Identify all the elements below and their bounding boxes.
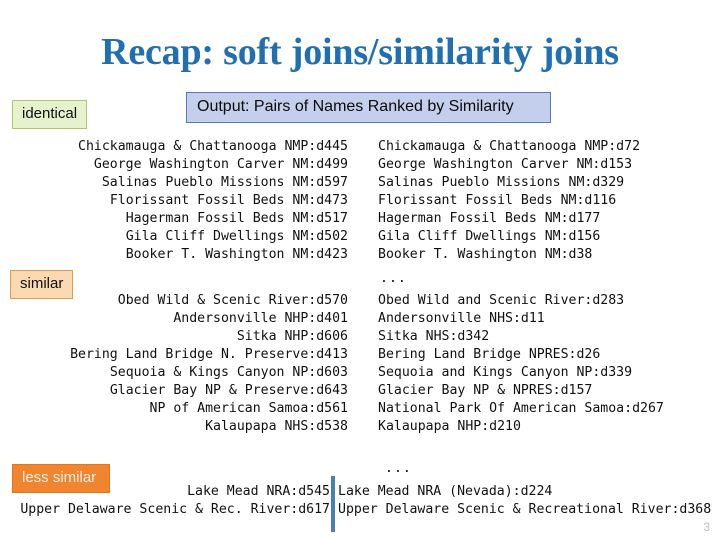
result-row: George Washington Carver NM:d499	[93, 157, 348, 172]
result-row: Sitka NHS:d342	[378, 329, 490, 344]
result-row: Andersonville NHS:d11	[378, 311, 545, 326]
result-row: Bering Land Bridge NPRES:d26	[378, 347, 601, 362]
result-row: Bering Land Bridge N. Preserve:d413	[70, 347, 348, 362]
result-row: Hagerman Fossil Beds NM:d517	[125, 211, 348, 226]
less-similar-results-left-column: Lake Mead NRA:d545 Upper Delaware Scenic …	[0, 483, 330, 519]
ellipsis-marker-middle: ...	[380, 271, 407, 286]
result-row: Chickamauga & Chattanooga NMP:d445	[78, 139, 348, 154]
less-similar-results-right-column: Lake Mead NRA (Nevada):d224 Upper Delawar…	[338, 483, 720, 519]
page-title: Recap: soft joins/similarity joins	[101, 31, 619, 73]
result-row: Sequoia & Kings Canyon NP:d603	[109, 365, 348, 380]
result-row: Sitka NHP:d606	[236, 329, 348, 344]
result-row: Obed Wild and Scenic River:d283	[378, 293, 625, 308]
result-row: Glacier Bay NP & Preserve:d643	[109, 383, 348, 398]
result-row: Kalaupapa NHS:d538	[205, 419, 348, 434]
result-row: Kalaupapa NHP:d210	[378, 419, 521, 434]
result-row: Florissant Fossil Beds NM:d116	[378, 193, 617, 208]
slide-canvas: Recap: soft joins/similarity joins Outpu…	[0, 0, 720, 540]
result-row: NP of American Samoa:d561	[149, 401, 349, 416]
result-row: Booker T. Washington NM:d423	[125, 247, 348, 262]
result-row: Upper Delaware Scenic & Recreational Riv…	[338, 502, 712, 517]
vertical-divider-bar	[331, 476, 335, 532]
result-row: Gila Cliff Dwellings NM:d502	[125, 229, 348, 244]
result-row: George Washington Carver NM:d153	[378, 157, 633, 172]
result-row: Sequoia and Kings Canyon NP:d339	[378, 365, 633, 380]
result-row: Lake Mead NRA:d545	[187, 484, 330, 499]
result-row: Salinas Pueblo Missions NM:d329	[378, 175, 625, 190]
result-row: Hagerman Fossil Beds NM:d177	[378, 211, 601, 226]
result-row: Salinas Pueblo Missions NM:d597	[101, 175, 348, 190]
output-callout-box: Output: Pairs of Names Ranked by Similar…	[186, 92, 551, 123]
result-row: Upper Delaware Scenic & Rec. River:d617	[20, 502, 330, 517]
result-row: Chickamauga & Chattanooga NMP:d72	[378, 139, 641, 154]
result-row: Gila Cliff Dwellings NM:d156	[378, 229, 601, 244]
result-row: National Park Of American Samoa:d267	[378, 401, 664, 416]
result-row: Andersonville NHP:d401	[173, 311, 348, 326]
similar-results-left-column: Obed Wild & Scenic River:d570 Andersonvil…	[0, 292, 348, 436]
result-row: Glacier Bay NP & NPRES:d157	[378, 383, 593, 398]
identical-label-box: identical	[12, 100, 88, 129]
slide-page-number: 3	[703, 520, 710, 534]
result-row: Lake Mead NRA (Nevada):d224	[338, 484, 553, 499]
similar-results-right-column: Obed Wild and Scenic River:d283 Andersonv…	[378, 292, 720, 436]
identical-results-left-column: Chickamauga & Chattanooga NMP:d445 George…	[0, 138, 348, 264]
identical-results-right-column: Chickamauga & Chattanooga NMP:d72 George …	[378, 138, 720, 264]
result-row: Booker T. Washington NM:d38	[378, 247, 593, 262]
result-row: Obed Wild & Scenic River:d570	[117, 293, 348, 308]
ellipsis-marker-bottom: ...	[385, 461, 412, 476]
result-row: Florissant Fossil Beds NM:d473	[109, 193, 348, 208]
